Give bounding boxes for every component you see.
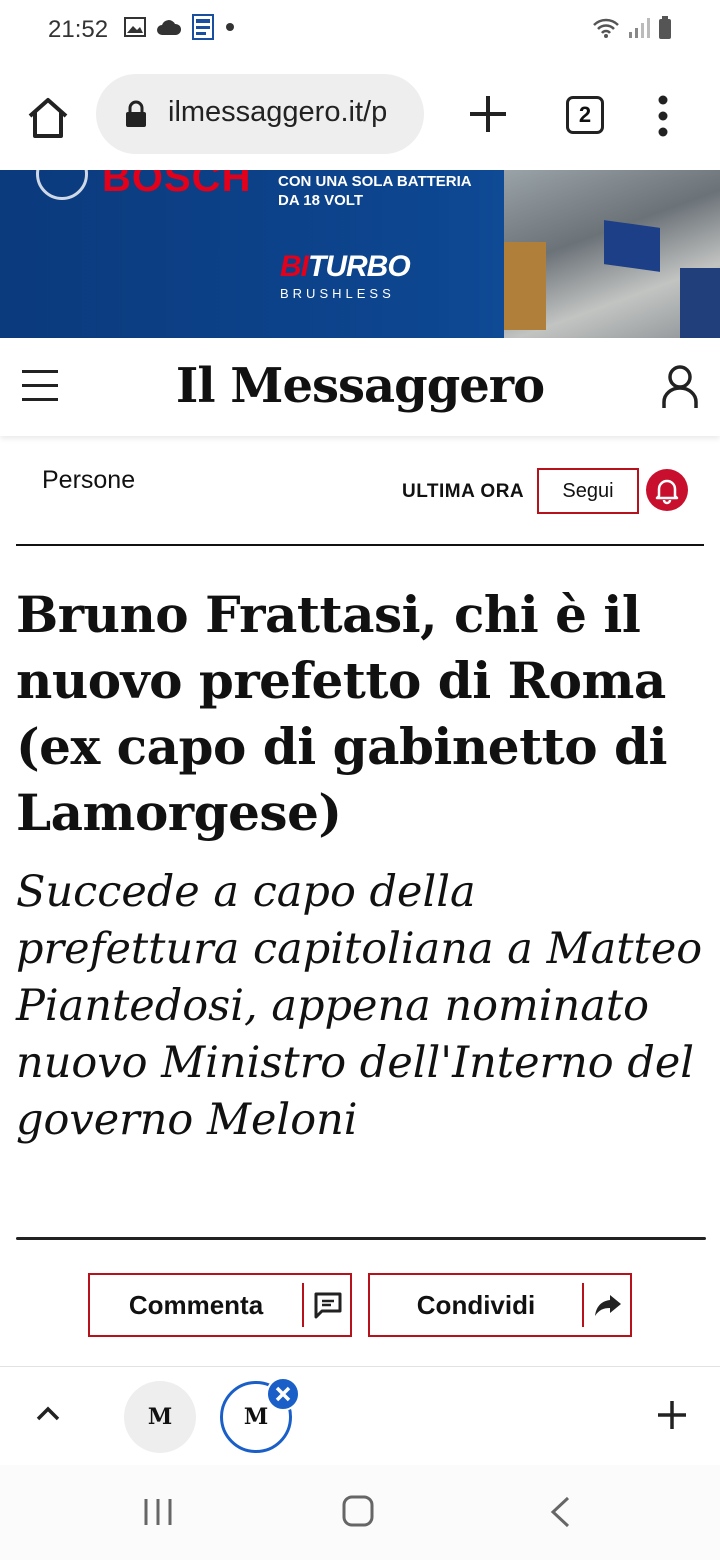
chevron-up-icon[interactable] <box>34 1403 62 1423</box>
signal-icon <box>629 18 650 38</box>
document-icon <box>192 14 214 40</box>
comment-button[interactable]: Commenta <box>88 1273 352 1337</box>
home-icon[interactable] <box>22 92 74 144</box>
notifications-button[interactable] <box>646 469 688 511</box>
lock-icon <box>126 100 146 127</box>
share-arrow-icon <box>595 1295 621 1316</box>
image-icon <box>124 17 146 37</box>
share-button[interactable]: Condividi <box>368 1273 632 1337</box>
tab-switcher-bar: M M <box>0 1366 720 1466</box>
ad-photo <box>504 170 720 338</box>
status-bar: 21:52 <box>0 0 720 62</box>
section-label[interactable]: Persone <box>42 466 135 495</box>
section-divider <box>16 544 704 546</box>
ad-subtitle: BRUSHLESS <box>280 286 395 301</box>
close-icon[interactable] <box>266 1377 300 1411</box>
url-bar[interactable]: ilmessaggero.it/p <box>96 74 424 154</box>
tab-thumbnail[interactable]: M <box>124 1381 196 1453</box>
article-subheadline: Succede a capo della prefettura capitoli… <box>16 867 703 1145</box>
battery-icon <box>659 16 671 39</box>
status-time: 21:52 <box>48 16 109 43</box>
comment-icon <box>314 1292 342 1319</box>
button-separator <box>582 1283 584 1327</box>
notification-icons <box>124 14 236 40</box>
ad-product: BITURBO <box>280 250 411 284</box>
add-tab-icon[interactable] <box>656 1399 688 1431</box>
site-header: Il Messaggero <box>0 338 720 436</box>
share-label: Condividi <box>416 1290 536 1320</box>
ad-photo-case <box>680 268 720 338</box>
tabs-button[interactable]: 2 <box>566 96 604 134</box>
article-divider <box>16 1237 706 1240</box>
menu-icon[interactable] <box>656 94 670 138</box>
dot-icon <box>226 23 234 31</box>
ad-product-bi: BI <box>280 250 309 283</box>
ad-brand: BOSCH <box>102 170 252 200</box>
site-masthead[interactable]: Il Messaggero <box>0 358 720 414</box>
recents-icon[interactable] <box>142 1497 174 1527</box>
bell-icon <box>655 479 679 505</box>
follow-button[interactable]: Segui <box>537 468 639 514</box>
nav-home-icon[interactable] <box>342 1495 374 1527</box>
system-icons <box>592 16 672 40</box>
back-icon[interactable] <box>548 1495 572 1529</box>
ultima-ora-label: ULTIMA ORA <box>402 481 525 502</box>
browser-toolbar: ilmessaggero.it/p 2 <box>0 62 720 170</box>
ad-product-rest: TURBO <box>308 250 411 283</box>
ad-photo-case <box>604 220 660 272</box>
bosch-logo-icon <box>36 170 88 200</box>
ad-photo-box <box>504 242 546 330</box>
button-separator <box>302 1283 304 1327</box>
system-nav-bar <box>0 1465 720 1560</box>
wifi-icon <box>593 18 619 38</box>
ad-banner[interactable]: BOSCH CON UNA SOLA BATTERIA DA 18 VOLT B… <box>0 170 720 338</box>
cloud-icon <box>157 20 182 35</box>
article-headline: Bruno Frattasi, chi è il nuovo prefetto … <box>16 585 668 842</box>
comment-label: Commenta <box>128 1290 264 1320</box>
url-text: ilmessaggero.it/p <box>168 96 388 128</box>
user-icon[interactable] <box>660 364 700 410</box>
ad-tagline-2: DA 18 VOLT <box>278 192 364 209</box>
new-tab-icon[interactable] <box>466 92 510 136</box>
ad-tagline-1: CON UNA SOLA BATTERIA <box>278 173 472 190</box>
